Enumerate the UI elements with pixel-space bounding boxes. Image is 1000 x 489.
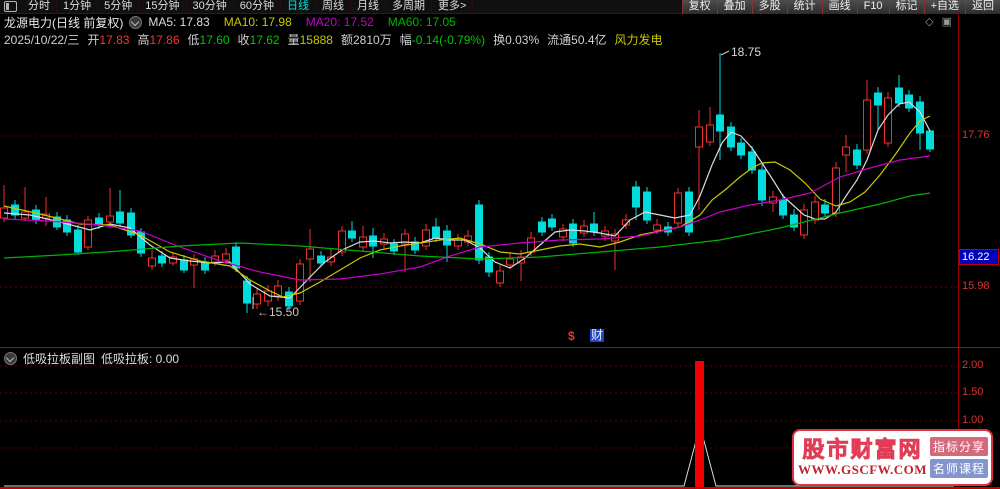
info-field-label: 开 bbox=[87, 33, 99, 47]
info-field: 换0.03% bbox=[493, 31, 539, 48]
quote-fields: 开17.83 高17.86 低17.60 收17.62 量15888 额2810万幅-0.… bbox=[87, 31, 662, 48]
event-marker-dollar[interactable]: $ bbox=[568, 330, 575, 343]
info-field-label: 低 bbox=[188, 33, 200, 47]
info-field: 开17.83 bbox=[87, 31, 129, 48]
info-field-value: 风力发电 bbox=[615, 33, 663, 47]
ma-value: MA5: 17.83 bbox=[148, 15, 209, 29]
quote-info-row: 2025/10/22/三 开17.83 高17.86 低17.60 收17.62 量15… bbox=[0, 31, 1000, 47]
ma-line-ma10 bbox=[4, 116, 930, 297]
low-price-annotation: ←15.50 bbox=[257, 305, 299, 319]
info-field-value: 2810万 bbox=[353, 33, 392, 47]
event-marker-news[interactable]: 财 bbox=[590, 329, 604, 342]
info-field: 幅-0.14(-0.79%) bbox=[400, 31, 485, 48]
toolbar-button[interactable]: F10 bbox=[857, 0, 889, 14]
period-tab[interactable]: 1分钟 bbox=[57, 0, 98, 14]
period-tab[interactable]: 周线 bbox=[316, 0, 351, 14]
period-tab[interactable]: 更多> bbox=[432, 0, 473, 14]
info-field-label: 幅 bbox=[400, 33, 412, 47]
info-field: 量15888 bbox=[288, 31, 333, 48]
watermark-text: 股市财富网 WWW.GSCFW.COM bbox=[797, 438, 928, 478]
stock-title: 龙源电力(日线 前复权) bbox=[4, 14, 123, 31]
info-field-label: 收 bbox=[238, 33, 250, 47]
watermark-url: WWW.GSCFW.COM bbox=[797, 462, 928, 478]
info-field-value: 15888 bbox=[300, 33, 333, 47]
ma-legend: MA5: 17.83 MA10: 17.98 MA20: 17.52 MA60: 17… bbox=[148, 15, 456, 29]
period-tab[interactable]: 60分钟 bbox=[234, 0, 281, 14]
watermark-tags: 指标分享名师课程 bbox=[930, 437, 988, 478]
toolbar-button[interactable]: 统计 bbox=[787, 0, 822, 14]
info-field: 高17.86 bbox=[137, 31, 179, 48]
ma-value: MA20: 17.52 bbox=[306, 15, 374, 29]
info-field-value: 50.4亿 bbox=[571, 33, 606, 47]
chart-corner-icons: ◇▣ bbox=[925, 14, 952, 30]
period-tabs: 分时1分钟5分钟15分钟30分钟60分钟日线周线月线多周期更多> bbox=[22, 0, 473, 14]
period-tab[interactable]: 多周期 bbox=[386, 0, 432, 14]
panel-icon[interactable]: ▣ bbox=[942, 14, 952, 30]
info-field: 风力发电 bbox=[615, 31, 663, 48]
high-price-annotation: 18.75 bbox=[731, 45, 761, 59]
info-field-label: 换 bbox=[493, 33, 505, 47]
watermark-tag: 名师课程 bbox=[930, 459, 988, 478]
app-window: 分时1分钟5分钟15分钟30分钟60分钟日线周线月线多周期更多> 复权叠加多股统… bbox=[0, 0, 1000, 489]
info-field: 额2810万 bbox=[341, 31, 392, 48]
toolbar-button[interactable]: 叠加 bbox=[717, 0, 752, 14]
price-label: 16.22 bbox=[959, 249, 999, 265]
window-layout-icon[interactable] bbox=[4, 1, 17, 12]
indicator-scale-label: 1.00 bbox=[962, 414, 999, 426]
watermark-tag: 指标分享 bbox=[930, 437, 988, 456]
info-field-label: 额 bbox=[341, 33, 353, 47]
period-tab[interactable]: 30分钟 bbox=[187, 0, 234, 14]
toolbar-button[interactable]: 复权 bbox=[682, 0, 717, 14]
date-label: 2025/10/22/三 bbox=[4, 31, 79, 48]
candlestick-chart[interactable] bbox=[0, 47, 958, 348]
period-tab[interactable]: 15分钟 bbox=[139, 0, 186, 14]
toolbar-button[interactable]: 多股 bbox=[752, 0, 787, 14]
period-tab[interactable]: 分时 bbox=[22, 0, 57, 14]
toolbar-button[interactable]: +自选 bbox=[924, 0, 965, 14]
info-field-value: -0.14(-0.79%) bbox=[412, 33, 485, 47]
toolbar-button[interactable]: 画线 bbox=[822, 0, 857, 14]
period-tab[interactable]: 日线 bbox=[281, 0, 316, 14]
period-tab[interactable]: 5分钟 bbox=[98, 0, 139, 14]
ma-line-ma5 bbox=[4, 102, 930, 298]
info-field-value: 17.86 bbox=[149, 33, 179, 47]
info-field-value: 17.60 bbox=[200, 33, 230, 47]
toolbar-button[interactable]: 标记 bbox=[889, 0, 924, 14]
period-tab[interactable]: 月线 bbox=[351, 0, 386, 14]
watermark-badge: 股市财富网 WWW.GSCFW.COM 指标分享名师课程 bbox=[792, 429, 993, 486]
price-label: 17.76 bbox=[962, 129, 999, 141]
info-field-value: 17.83 bbox=[99, 33, 129, 47]
info-field-label: 流通 bbox=[547, 33, 571, 47]
info-field-value: 0.03% bbox=[505, 33, 539, 47]
info-field: 收17.62 bbox=[238, 31, 280, 48]
period-toolbar: 分时1分钟5分钟15分钟30分钟60分钟日线周线月线多周期更多> 复权叠加多股统… bbox=[0, 0, 1000, 14]
ma-value: MA10: 17.98 bbox=[224, 15, 292, 29]
info-field: 流通50.4亿 bbox=[547, 31, 606, 48]
diamond-icon[interactable]: ◇ bbox=[925, 14, 933, 30]
price-label: 15.98 bbox=[962, 280, 999, 292]
watermark-site: 股市财富网 bbox=[797, 438, 928, 462]
info-field-label: 高 bbox=[137, 33, 149, 47]
signal-bar bbox=[695, 361, 704, 487]
toolbar-button[interactable]: 返回 bbox=[965, 0, 1000, 14]
info-field: 低17.60 bbox=[188, 31, 230, 48]
info-field-label: 量 bbox=[288, 33, 300, 47]
indicator-scale-label: 2.00 bbox=[962, 359, 999, 371]
indicator-scale-label: 1.50 bbox=[962, 386, 999, 398]
toolbar-buttons: 复权叠加多股统计画线F10标记+自选返回 bbox=[682, 0, 1000, 14]
collapse-icon[interactable] bbox=[129, 16, 142, 29]
info-field-value: 17.62 bbox=[250, 33, 280, 47]
stock-info-row: 龙源电力(日线 前复权) MA5: 17.83 MA10: 17.98 MA20: … bbox=[0, 14, 1000, 30]
ma-value: MA60: 17.05 bbox=[388, 15, 456, 29]
